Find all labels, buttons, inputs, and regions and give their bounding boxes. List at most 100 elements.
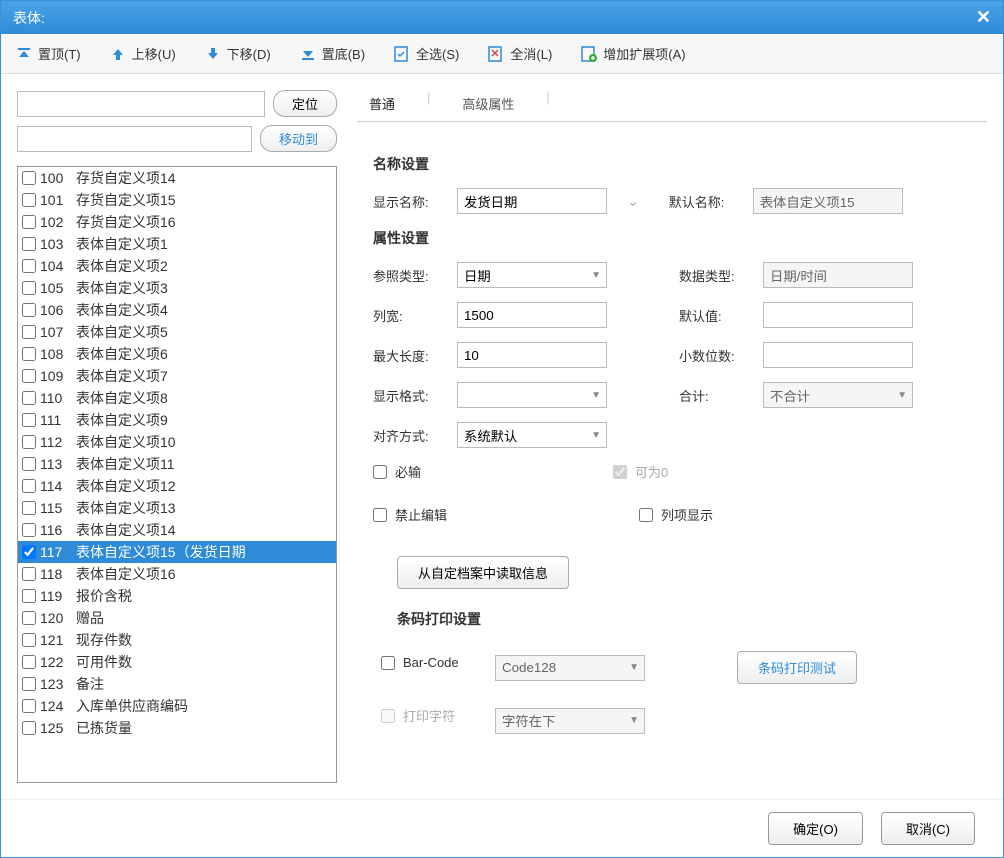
list-item-label: 表体自定义项9: [76, 410, 168, 430]
list-item[interactable]: 116表体自定义项14: [18, 519, 336, 541]
list-item[interactable]: 111表体自定义项9: [18, 409, 336, 431]
list-item[interactable]: 114表体自定义项12: [18, 475, 336, 497]
chk-no-edit[interactable]: [373, 508, 387, 522]
input-max-len[interactable]: [457, 342, 607, 368]
input-align[interactable]: [457, 422, 607, 448]
input-disp-fmt[interactable]: [457, 382, 607, 408]
list-item-checkbox[interactable]: [22, 501, 36, 515]
moveto-input[interactable]: [17, 126, 252, 152]
arrow-top-icon: [15, 45, 33, 63]
list-item-checkbox[interactable]: [22, 391, 36, 405]
list-item-label: 报价含税: [76, 586, 132, 606]
toolbar-select-all[interactable]: 全选(S): [393, 44, 459, 63]
input-col-width[interactable]: [457, 302, 607, 328]
add-ext-icon: [580, 45, 598, 63]
list-item-checkbox[interactable]: [22, 457, 36, 471]
list-item[interactable]: 108表体自定义项6: [18, 343, 336, 365]
list-item[interactable]: 112表体自定义项10: [18, 431, 336, 453]
list-item[interactable]: 107表体自定义项5: [18, 321, 336, 343]
list-item-checkbox[interactable]: [22, 523, 36, 537]
list-item-checkbox[interactable]: [22, 721, 36, 735]
input-decimals[interactable]: [763, 342, 913, 368]
list-item-checkbox[interactable]: [22, 567, 36, 581]
list-item[interactable]: 123备注: [18, 673, 336, 695]
list-item-checkbox[interactable]: [22, 633, 36, 647]
list-item-checkbox[interactable]: [22, 347, 36, 361]
moveto-button[interactable]: 移动到: [260, 125, 337, 152]
lbl-allow-zero: 可为0: [635, 462, 668, 481]
list-item[interactable]: 122可用件数: [18, 651, 336, 673]
list-item-checkbox[interactable]: [22, 611, 36, 625]
lbl-col-width: 列宽:: [373, 306, 445, 325]
list-item-checkbox[interactable]: [22, 435, 36, 449]
toolbar-top[interactable]: 置顶(T): [15, 44, 81, 63]
btn-read-archive[interactable]: 从自定档案中读取信息: [397, 556, 569, 589]
list-item[interactable]: 124入库单供应商编码: [18, 695, 336, 717]
toolbar-bottom[interactable]: 置底(B): [299, 44, 365, 63]
list-item[interactable]: 113表体自定义项11: [18, 453, 336, 475]
list-item-checkbox[interactable]: [22, 215, 36, 229]
section-barcode: 条码打印设置: [397, 609, 977, 629]
input-default-val[interactable]: [763, 302, 913, 328]
btn-barcode-test[interactable]: 条码打印测试: [737, 651, 857, 684]
list-item-checkbox[interactable]: [22, 193, 36, 207]
list-item-checkbox[interactable]: [22, 237, 36, 251]
list-item-label: 表体自定义项6: [76, 344, 168, 364]
list-item[interactable]: 115表体自定义项13: [18, 497, 336, 519]
list-item-checkbox[interactable]: [22, 259, 36, 273]
input-ref-type[interactable]: [457, 262, 607, 288]
list-item[interactable]: 104表体自定义项2: [18, 255, 336, 277]
list-item-checkbox[interactable]: [22, 413, 36, 427]
list-item[interactable]: 109表体自定义项7: [18, 365, 336, 387]
lbl-default-val: 默认值:: [679, 306, 751, 325]
list-item-checkbox[interactable]: [22, 303, 36, 317]
list-item[interactable]: 106表体自定义项4: [18, 299, 336, 321]
list-item[interactable]: 103表体自定义项1: [18, 233, 336, 255]
list-item-checkbox[interactable]: [22, 171, 36, 185]
list-item[interactable]: 121现存件数: [18, 629, 336, 651]
chevron-down-icon[interactable]: ⌄: [627, 193, 639, 210]
toolbar-add-ext[interactable]: 增加扩展项(A): [580, 44, 685, 63]
list-item-label: 表体自定义项1: [76, 234, 168, 254]
item-listbox[interactable]: 100存货自定义项14101存货自定义项15102存货自定义项16103表体自定…: [17, 166, 337, 783]
chk-barcode[interactable]: [381, 656, 395, 670]
toolbar-down[interactable]: 下移(D): [204, 44, 271, 63]
list-item-checkbox[interactable]: [22, 325, 36, 339]
locate-button[interactable]: 定位: [273, 90, 337, 117]
chk-col-show[interactable]: [639, 508, 653, 522]
list-item[interactable]: 105表体自定义项3: [18, 277, 336, 299]
list-item-checkbox[interactable]: [22, 655, 36, 669]
locate-input[interactable]: [17, 91, 265, 117]
ok-button[interactable]: 确定(O): [768, 812, 863, 845]
input-display-name[interactable]: [457, 188, 607, 214]
list-item[interactable]: 118表体自定义项16: [18, 563, 336, 585]
list-item[interactable]: 102存货自定义项16: [18, 211, 336, 233]
list-item-checkbox[interactable]: [22, 699, 36, 713]
list-item-checkbox[interactable]: [22, 369, 36, 383]
cancel-button[interactable]: 取消(C): [881, 812, 975, 845]
close-icon[interactable]: ✕: [976, 7, 991, 28]
section-name: 名称设置: [373, 154, 977, 174]
tabs: 普通 | 高级属性 |: [357, 90, 987, 122]
list-item[interactable]: 101存货自定义项15: [18, 189, 336, 211]
list-item-label: 入库单供应商编码: [76, 696, 188, 716]
list-item-checkbox[interactable]: [22, 677, 36, 691]
chk-required[interactable]: [373, 465, 387, 479]
tab-normal[interactable]: 普通: [361, 90, 403, 121]
toolbar-up[interactable]: 上移(U): [109, 44, 176, 63]
list-item[interactable]: 100存货自定义项14: [18, 167, 336, 189]
lbl-col-show: 列项显示: [661, 505, 713, 524]
list-item-checkbox[interactable]: [22, 589, 36, 603]
list-item[interactable]: 120赠品: [18, 607, 336, 629]
toolbar-deselect-all[interactable]: 全消(L): [487, 44, 552, 63]
tab-advanced[interactable]: 高级属性: [454, 90, 522, 121]
list-item-checkbox[interactable]: [22, 479, 36, 493]
footer: 确定(O) 取消(C): [1, 799, 1003, 857]
list-item[interactable]: 125已拣货量: [18, 717, 336, 739]
list-item[interactable]: 110表体自定义项8: [18, 387, 336, 409]
list-item[interactable]: 117表体自定义项15（发货日期: [18, 541, 336, 563]
list-item-checkbox[interactable]: [22, 545, 36, 559]
list-item[interactable]: 119报价含税: [18, 585, 336, 607]
list-item-num: 105: [40, 280, 76, 296]
list-item-checkbox[interactable]: [22, 281, 36, 295]
